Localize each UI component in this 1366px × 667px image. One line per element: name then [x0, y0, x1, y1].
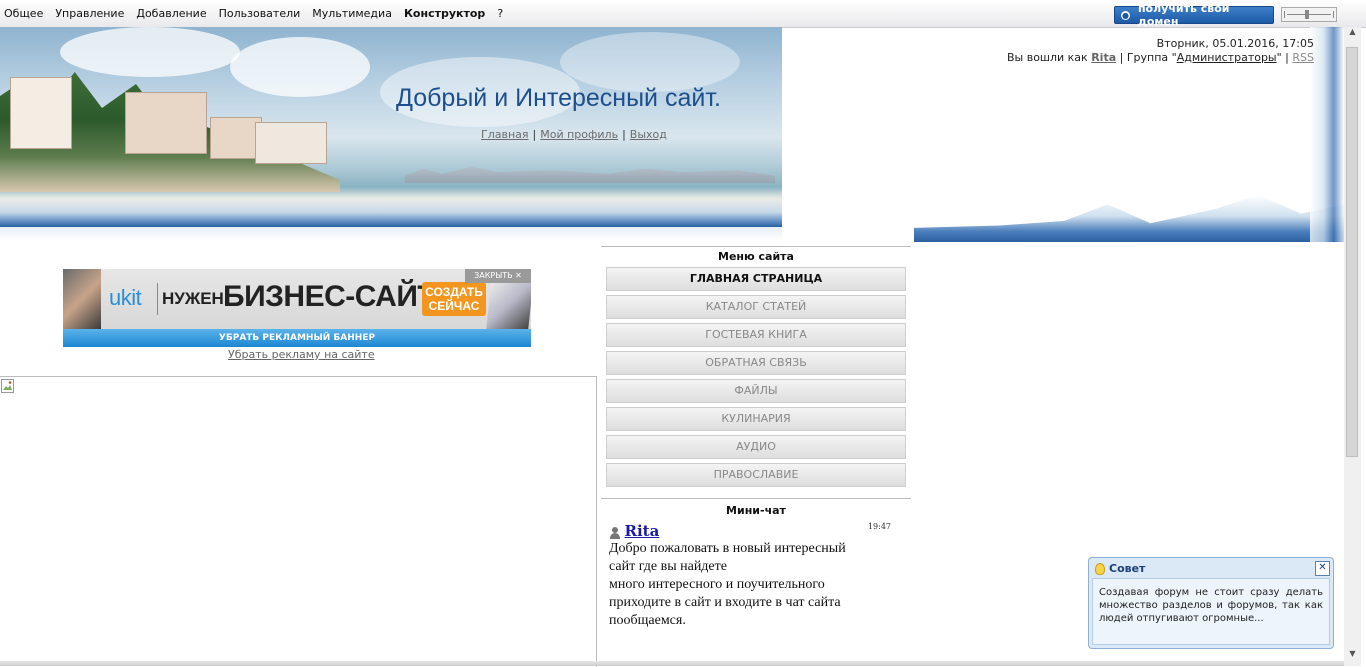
menu-item-home[interactable]: ГЛАВНАЯ СТРАНИЦА [606, 267, 906, 291]
slider-knob[interactable] [1305, 10, 1309, 19]
tip-title: Совет [1095, 562, 1145, 575]
menu-item-articles[interactable]: КАТАЛОГ СТАТЕЙ [606, 295, 906, 319]
nav-profile-link[interactable]: Мой профиль [540, 128, 618, 141]
remove-ads-link[interactable]: Убрать рекламу на сайте [228, 348, 375, 361]
ad-banner[interactable]: ukit НУЖЕН БИЗНЕС-САЙТ? СОЗДАТЬ СЕЙЧАС З… [63, 269, 531, 347]
tip-close-button[interactable]: ✕ [1315, 561, 1330, 576]
zoom-slider[interactable] [1281, 7, 1337, 22]
mini-chat: Мини-чат Rita 19:47 Добро пожаловать в н… [601, 498, 911, 628]
admin-menu-help[interactable]: ? [497, 7, 503, 20]
tip-popup: Совет ✕ Создавая форум не стоит сразу де… [1088, 557, 1334, 649]
nav-logout-link[interactable]: Выход [630, 128, 667, 141]
logged-in-label: Вы вошли как [1006, 51, 1088, 64]
group-prefix: Группа " [1126, 51, 1177, 64]
chat-text: Добро пожаловать в новый интересный сайт… [609, 541, 846, 628]
chat-time: 19:47 [867, 522, 891, 531]
ad-create-now-button[interactable]: СОЗДАТЬ СЕЙЧАС [422, 282, 486, 316]
page-scrollbar[interactable]: ▲ ▼ [1344, 27, 1361, 666]
scroll-down-arrow-icon[interactable]: ▼ [1344, 649, 1361, 666]
site-title: Добрый и Интересный сайт. [396, 84, 721, 112]
header-nav: Главная | Мой профиль | Выход [481, 128, 667, 141]
user-info: Вторник, 05.01.2016, 17:05 Вы вошли как … [1006, 37, 1314, 64]
menu-item-feedback[interactable]: ОБРАТНАЯ СВЯЗЬ [606, 351, 906, 375]
menu-item-guestbook[interactable]: ГОСТЕВАЯ КНИГА [606, 323, 906, 347]
ad-image-left [63, 269, 101, 329]
site-menu-title: Меню сайта [601, 246, 911, 267]
tip-text: Создавая форум не стоит сразу делать мно… [1092, 578, 1330, 645]
rss-link[interactable]: RSS [1292, 51, 1314, 64]
user-icon [609, 527, 621, 539]
ad-image-right [486, 277, 531, 329]
admin-menu-add[interactable]: Добавление [136, 7, 206, 20]
site-menu: Меню сайта ГЛАВНАЯ СТРАНИЦА КАТАЛОГ СТАТ… [601, 246, 911, 491]
mini-chat-title: Мини-чат [601, 498, 911, 519]
admin-menu-general[interactable]: Общее [4, 7, 43, 20]
admin-menu-users[interactable]: Пользователи [219, 7, 301, 20]
ad-need-text: НУЖЕН [162, 289, 224, 308]
remove-banner-button[interactable]: УБРАТЬ РЕКЛАМНЫЙ БАННЕР [63, 329, 531, 347]
get-domain-button[interactable]: ● получить свой домен [1114, 2, 1274, 28]
globe-icon: ● [1121, 10, 1130, 20]
admin-menu: Общее Управление Добавление Пользователи… [4, 7, 503, 20]
menu-item-files[interactable]: ФАЙЛЫ [606, 379, 906, 403]
scrollbar-thumb[interactable] [1346, 47, 1358, 457]
chat-author-link[interactable]: Rita [625, 522, 660, 540]
menu-item-audio[interactable]: АУДИО [606, 435, 906, 459]
menu-item-orthodoxy[interactable]: ПРАВОСЛАВИЕ [606, 463, 906, 487]
lightbulb-icon [1095, 563, 1105, 575]
header-beach-image [0, 27, 782, 227]
chat-message: Rita 19:47 Добро пожаловать в новый инте… [609, 522, 899, 630]
broken-image-icon [1, 379, 14, 393]
admin-menu-management[interactable]: Управление [55, 7, 124, 20]
scroll-up-arrow-icon[interactable]: ▲ [1344, 27, 1361, 44]
ad-headline: БИЗНЕС-САЙТ? [223, 280, 454, 313]
username-link[interactable]: Rita [1091, 51, 1116, 64]
ukit-logo: ukit [109, 285, 142, 310]
group-link[interactable]: Администраторы [1177, 51, 1277, 64]
current-date: Вторник, 05.01.2016, 17:05 [1156, 37, 1314, 50]
admin-toolbar: Общее Управление Добавление Пользователи… [0, 0, 1366, 28]
nav-home-link[interactable]: Главная [481, 128, 529, 141]
get-domain-label: получить свой домен [1137, 2, 1230, 28]
ad-close-button[interactable]: ЗАКРЫТЬ ✕ [465, 269, 531, 283]
admin-menu-constructor[interactable]: Конструктор [404, 7, 485, 20]
menu-item-cooking[interactable]: КУЛИНАРИЯ [606, 407, 906, 431]
ad-banner-body[interactable]: ukit НУЖЕН БИЗНЕС-САЙТ? СОЗДАТЬ СЕЙЧАС З… [63, 269, 531, 329]
main-content [0, 376, 597, 667]
admin-menu-multimedia[interactable]: Мультимедиа [312, 7, 392, 20]
